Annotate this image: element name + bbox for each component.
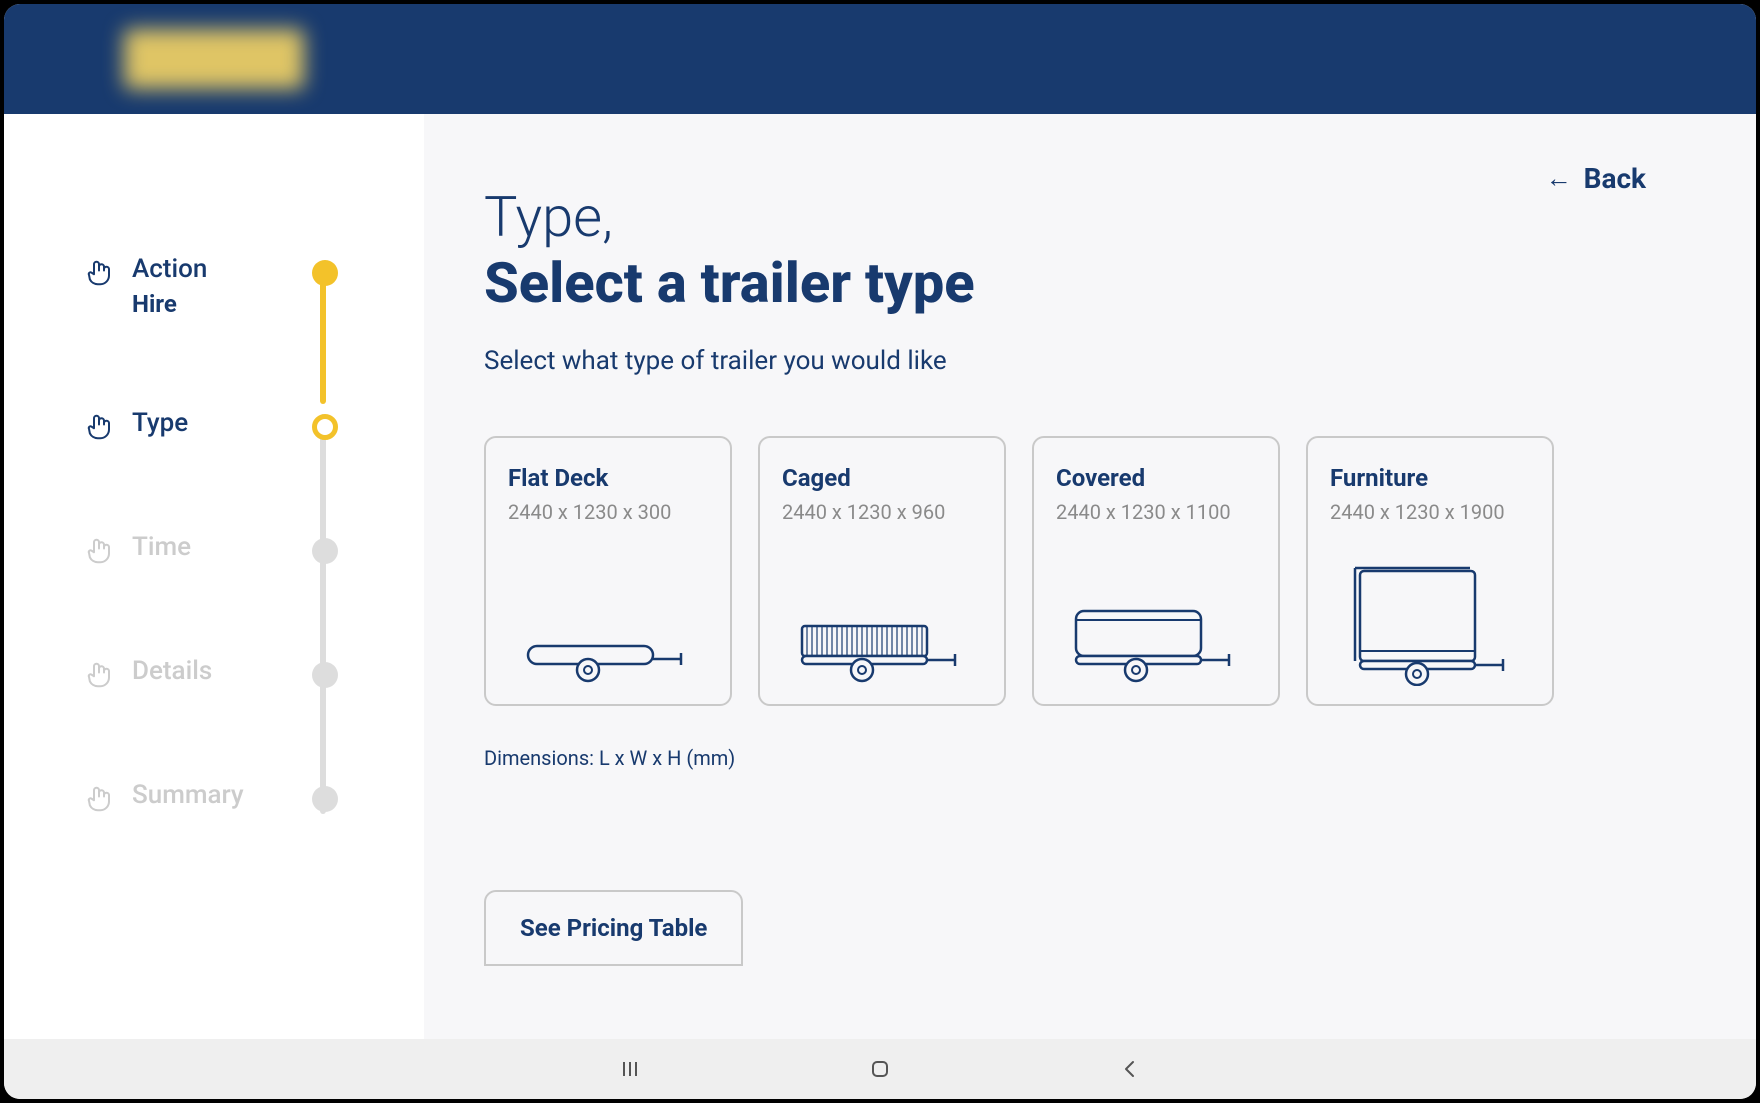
app-header [4, 4, 1756, 114]
hand-icon [84, 784, 114, 814]
step-label: Time [132, 532, 384, 562]
option-dimensions: 2440 x 1230 x 300 [508, 500, 708, 524]
hand-icon [84, 258, 114, 288]
nav-back-button[interactable] [1115, 1054, 1145, 1084]
step-dot-disabled [312, 662, 338, 688]
home-button[interactable] [865, 1054, 895, 1084]
flat-deck-trailer-icon [508, 566, 708, 686]
device-nav-bar [4, 1039, 1756, 1099]
main-panel: ← Back Type, Select a trailer type Selec… [424, 114, 1756, 1039]
option-dimensions: 2440 x 1230 x 1100 [1056, 500, 1256, 524]
covered-trailer-icon [1056, 566, 1256, 686]
dimensions-note: Dimensions: L x W x H (mm) [484, 746, 1656, 770]
sidebar-step-action[interactable]: Action Hire [84, 254, 384, 318]
arrow-left-icon: ← [1546, 163, 1572, 194]
sidebar-step-type[interactable]: Type [84, 408, 384, 442]
step-dot-done [312, 260, 338, 286]
page-subtitle: Select what type of trailer you would li… [484, 346, 1656, 376]
sidebar-step-time: Time [84, 532, 384, 566]
option-flat-deck[interactable]: Flat Deck 2440 x 1230 x 300 [484, 436, 732, 706]
option-caged[interactable]: Caged 2440 x 1230 x 960 [758, 436, 1006, 706]
trailer-type-options: Flat Deck 2440 x 1230 x 300 [484, 436, 1656, 706]
step-label: Summary [132, 780, 384, 810]
option-title: Covered [1056, 464, 1256, 492]
step-label: Details [132, 656, 384, 686]
option-dimensions: 2440 x 1230 x 960 [782, 500, 982, 524]
wizard-sidebar: Action Hire Type [4, 114, 424, 1039]
brand-logo [124, 29, 304, 89]
hand-icon [84, 536, 114, 566]
step-dot-disabled [312, 538, 338, 564]
step-label: Action [132, 254, 384, 284]
option-covered[interactable]: Covered 2440 x 1230 x 1100 [1032, 436, 1280, 706]
back-label: Back [1584, 162, 1646, 195]
step-line-inactive [320, 414, 326, 814]
step-dot-current [312, 414, 338, 440]
option-title: Caged [782, 464, 982, 492]
hand-icon [84, 412, 114, 442]
step-dot-disabled [312, 786, 338, 812]
caged-trailer-icon [782, 566, 982, 686]
hand-icon [84, 660, 114, 690]
recents-button[interactable] [615, 1054, 645, 1084]
sidebar-step-details: Details [84, 656, 384, 690]
step-sublabel: Hire [132, 290, 384, 318]
furniture-trailer-icon [1330, 566, 1530, 686]
option-title: Furniture [1330, 464, 1530, 492]
page-title: Select a trailer type [484, 250, 1656, 316]
option-title: Flat Deck [508, 464, 708, 492]
option-dimensions: 2440 x 1230 x 1900 [1330, 500, 1530, 524]
option-furniture[interactable]: Furniture 2440 x 1230 x 1900 [1306, 436, 1554, 706]
back-button[interactable]: ← Back [1546, 162, 1646, 195]
page-title-prefix: Type, [484, 184, 1656, 250]
see-pricing-table-button[interactable]: See Pricing Table [484, 890, 743, 966]
sidebar-step-summary: Summary [84, 780, 384, 814]
step-label: Type [132, 408, 384, 438]
